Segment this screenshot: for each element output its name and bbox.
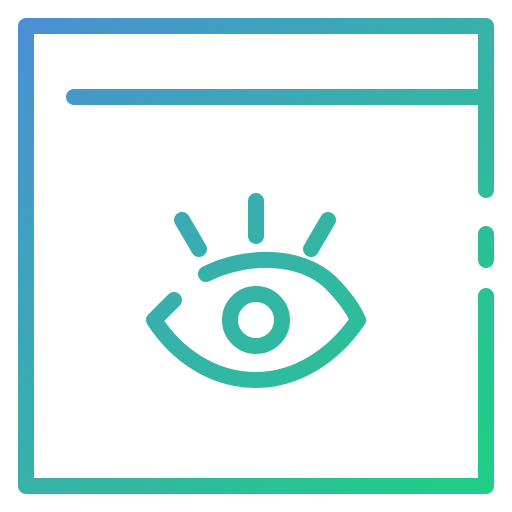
eye-icon bbox=[146, 251, 366, 388]
icon-canvas bbox=[0, 0, 512, 512]
eyelashes-icon bbox=[174, 193, 336, 257]
pupil-icon bbox=[222, 286, 290, 354]
browser-window-eye-icon bbox=[18, 18, 494, 494]
eyelash-right bbox=[303, 212, 336, 257]
eyelash-left bbox=[174, 212, 207, 257]
